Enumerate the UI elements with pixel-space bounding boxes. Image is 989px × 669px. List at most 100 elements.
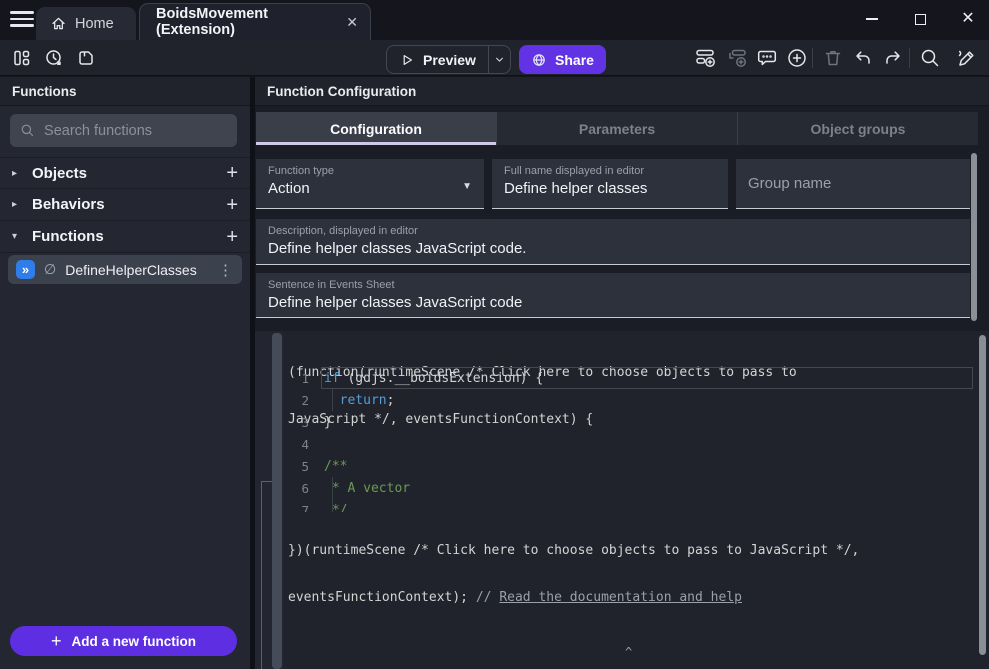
group-name-field[interactable] — [736, 159, 970, 209]
event-selection-bracket — [261, 481, 272, 669]
tree-section-label: Functions — [32, 228, 104, 245]
home-icon — [50, 15, 67, 32]
tab-project[interactable]: BoidsMovement (Extension) ✕ — [139, 3, 371, 40]
configuration-scrollbar[interactable] — [971, 153, 977, 321]
minimize-icon — [866, 18, 878, 20]
footer-code-text: eventsFunctionContext); — [288, 590, 476, 605]
line-number: 4 — [283, 437, 309, 452]
code-footer-line: })(runtimeScene /* Click here to choose … — [288, 543, 973, 559]
sentence-value: Define helper classes JavaScript code — [268, 294, 958, 311]
code-footer: })(runtimeScene /* Click here to choose … — [288, 512, 973, 636]
edit-extension-icon[interactable] — [956, 47, 978, 69]
code-line-3[interactable]: 3} — [283, 411, 989, 433]
preview-dropdown-button[interactable] — [488, 46, 510, 73]
function-type-field[interactable]: Function type Action ▼ — [256, 159, 484, 209]
full-name-value: Define helper classes — [504, 180, 716, 197]
function-overflow-menu[interactable]: ⋮ — [218, 261, 234, 279]
add-object-button[interactable]: + — [226, 163, 238, 183]
code-line-5[interactable]: 5 /** — [283, 455, 989, 477]
description-field[interactable]: Description, displayed in editor Define … — [256, 219, 970, 265]
window-minimize-button[interactable] — [859, 6, 885, 32]
function-type-label: Function type — [268, 165, 472, 177]
tree-section-functions[interactable]: ▾ Functions + — [0, 221, 250, 253]
function-item-selected[interactable]: » ∅ DefineHelperClasses ⋮ — [8, 255, 242, 284]
line-number: 5 — [283, 459, 309, 474]
title-bar: Home BoidsMovement (Extension) ✕ ✕ — [0, 0, 989, 40]
open-editors-panel-icon[interactable] — [12, 48, 32, 68]
preview-button[interactable]: Preview — [386, 45, 511, 74]
tab-configuration[interactable]: Configuration — [256, 112, 496, 145]
description-label: Description, displayed in editor — [268, 225, 958, 237]
share-button[interactable]: Share — [519, 45, 606, 74]
line-number: 3 — [283, 415, 309, 430]
tab-parameters[interactable]: Parameters — [496, 112, 737, 145]
dropdown-caret-icon[interactable]: ▼ — [462, 181, 472, 192]
documentation-link[interactable]: Read the documentation and help — [499, 590, 742, 605]
javascript-code-editor[interactable]: (function(runtimeScene /* Click here to … — [283, 331, 989, 669]
code-line-4[interactable]: 4 — [283, 433, 989, 455]
description-value: Define helper classes JavaScript code. — [268, 240, 958, 257]
globe-icon — [531, 52, 547, 68]
code-text: * A vector — [324, 481, 410, 496]
configuration-tabs: Configuration Parameters Object groups — [256, 112, 978, 145]
search-functions-input[interactable] — [44, 123, 227, 139]
redo-icon[interactable] — [882, 47, 904, 69]
add-function-plus-button[interactable]: + — [226, 227, 238, 247]
add-behavior-button[interactable]: + — [226, 195, 238, 215]
code-footer-line: eventsFunctionContext); // Read the docu… — [288, 590, 973, 606]
add-event-icon[interactable] — [695, 47, 717, 69]
full-name-label: Full name displayed in editor — [504, 165, 716, 177]
add-other-event-icon[interactable] — [786, 47, 808, 69]
code-line-1[interactable]: 1 if (gdjs.__boidsExtension) { — [283, 367, 989, 389]
code-editor-scrollbar[interactable] — [979, 335, 986, 655]
version-history-icon[interactable] — [44, 48, 64, 68]
full-name-field[interactable]: Full name displayed in editor Define hel… — [492, 159, 728, 209]
code-line-6[interactable]: 6 * A vector — [283, 477, 989, 499]
add-comment-icon[interactable] — [756, 47, 778, 69]
add-new-function-label: Add a new function — [72, 634, 197, 649]
function-name-label: DefineHelperClasses — [65, 262, 197, 278]
main-menu-icon[interactable] — [10, 11, 34, 29]
tab-label: Parameters — [579, 121, 655, 137]
tree-section-objects[interactable]: ▸ Objects + — [0, 157, 250, 189]
sentence-field[interactable]: Sentence in Events Sheet Define helper c… — [256, 273, 970, 318]
window-maximize-button[interactable] — [907, 6, 933, 32]
code-line-2[interactable]: 2 return; — [283, 389, 989, 411]
indent-guide — [332, 477, 333, 499]
save-icon[interactable] — [76, 48, 96, 68]
group-name-input[interactable] — [748, 175, 958, 192]
functions-sidebar: Functions ▸ Objects + ▸ Behaviors + ▾ Fu… — [0, 77, 250, 669]
delete-icon[interactable] — [822, 47, 844, 69]
function-icon: » — [16, 260, 35, 279]
tree-section-label: Objects — [32, 165, 87, 182]
search-functions-box[interactable] — [10, 114, 237, 147]
play-icon — [399, 52, 415, 68]
share-label: Share — [555, 52, 594, 68]
close-icon: ✕ — [961, 11, 974, 27]
extension-tree: ▸ Objects + ▸ Behaviors + ▾ Functions + — [0, 157, 250, 253]
indent-guide — [332, 389, 333, 411]
tab-label: Object groups — [811, 121, 906, 137]
add-subevent-icon[interactable] — [727, 47, 749, 69]
code-text: if (gdjs.__boidsExtension) { — [324, 371, 543, 386]
events-sheet-scrollbar[interactable] — [272, 333, 282, 669]
line-number: 2 — [283, 393, 309, 408]
tab-object-groups[interactable]: Object groups — [737, 112, 978, 145]
code-text: /** — [324, 459, 347, 474]
main-title-label: Function Configuration — [267, 84, 416, 99]
tree-section-behaviors[interactable]: ▸ Behaviors + — [0, 189, 250, 221]
tab-close-icon[interactable]: ✕ — [346, 14, 358, 31]
private-function-icon: ∅ — [44, 261, 56, 278]
scroll-hint-caret: ^ — [625, 645, 632, 659]
gdevelop-window: Home BoidsMovement (Extension) ✕ ✕ Previ… — [0, 0, 989, 669]
search-icon[interactable] — [919, 47, 941, 69]
window-controls: ✕ — [859, 6, 981, 32]
undo-icon[interactable] — [852, 47, 874, 69]
function-type-value: Action — [268, 180, 472, 197]
line-number: 1 — [283, 371, 309, 386]
tab-home[interactable]: Home — [36, 7, 136, 40]
window-close-button[interactable]: ✕ — [955, 6, 981, 32]
add-new-function-button[interactable]: + Add a new function — [10, 626, 237, 656]
toolbar-separator — [909, 48, 910, 68]
tree-section-label: Behaviors — [32, 196, 105, 213]
